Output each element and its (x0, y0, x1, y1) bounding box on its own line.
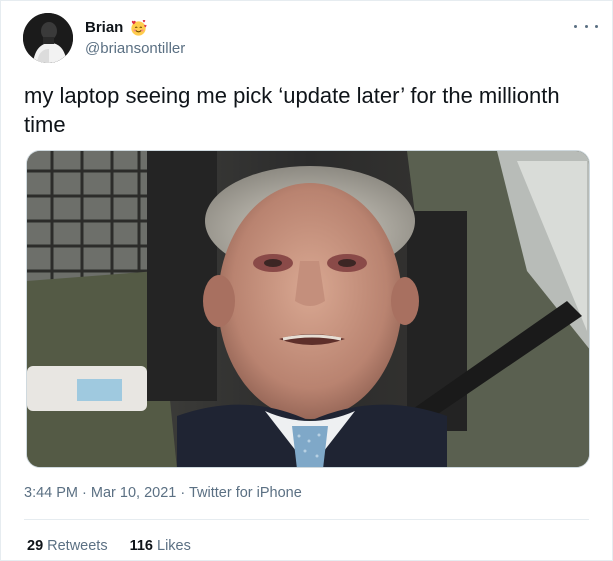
more-dot (574, 24, 577, 28)
retweets-label: Retweets (47, 538, 108, 554)
avatar[interactable] (23, 13, 73, 63)
tweet-time[interactable]: 3:44 PM (24, 485, 78, 501)
display-name-row: Brian (85, 17, 185, 37)
retweets-count: 29 (27, 538, 44, 554)
tweet-header: Brian @briansontiller (23, 13, 598, 65)
more-dot (595, 24, 598, 28)
tweet-card: Brian @briansontiller my laptop seeing m… (0, 0, 613, 561)
smiling-face-with-hearts-icon (131, 19, 147, 36)
meta-separator: · (176, 485, 189, 501)
meta-separator: · (78, 485, 91, 501)
likes-label: Likes (157, 538, 191, 554)
likes-stat[interactable]: 116 Likes (130, 538, 191, 554)
handle[interactable]: @briansontiller (85, 40, 185, 57)
divider (24, 519, 589, 520)
display-name[interactable]: Brian (85, 19, 123, 36)
more-options-icon[interactable] (574, 17, 598, 35)
more-dot (584, 24, 588, 28)
tweet-date[interactable]: Mar 10, 2021 (91, 485, 176, 501)
tweet-stats: 29 Retweets 116 Likes (27, 538, 191, 554)
tweet-source[interactable]: Twitter for iPhone (189, 485, 302, 501)
author-names: Brian @briansontiller (85, 17, 185, 58)
likes-count: 116 (129, 538, 153, 554)
photo-meme-image (27, 151, 589, 467)
retweets-stat[interactable]: 29 Retweets (27, 538, 108, 554)
tweet-text: my laptop seeing me pick ‘update later’ … (24, 83, 560, 137)
tweet-meta: 3:44 PM · Mar 10, 2021 · Twitter for iPh… (24, 485, 302, 501)
tweet-photo[interactable] (26, 150, 590, 468)
